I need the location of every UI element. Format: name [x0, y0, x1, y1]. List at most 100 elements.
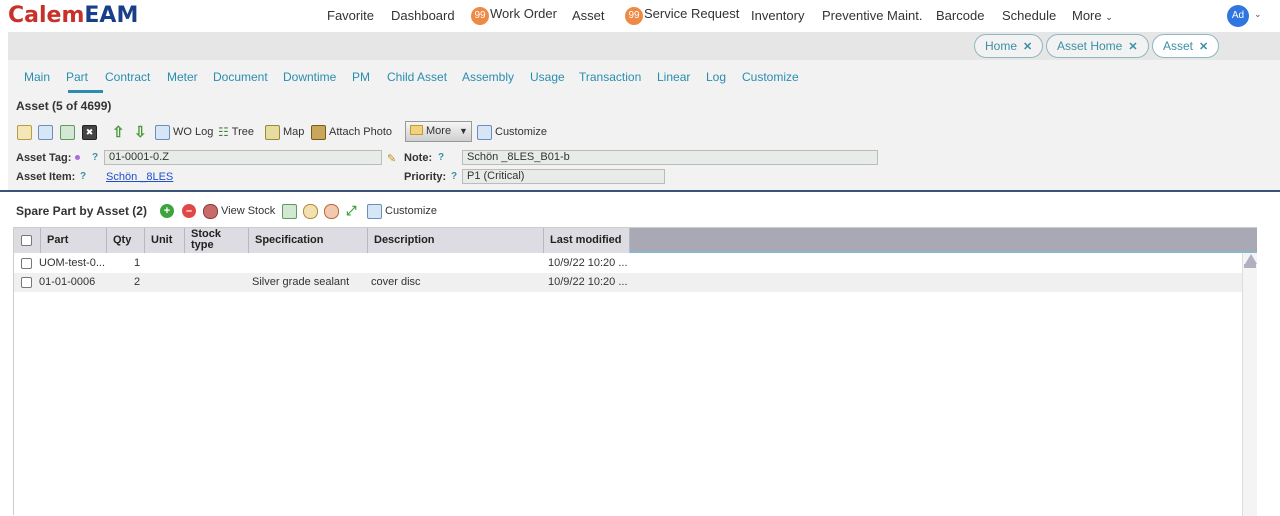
header-select-cell: [14, 228, 41, 253]
tab-transaction[interactable]: Transaction: [579, 70, 641, 84]
tab-main[interactable]: Main: [24, 70, 50, 84]
column-header-description[interactable]: Description: [368, 228, 544, 253]
priority-field[interactable]: P1 (Critical): [462, 169, 665, 184]
tab-downtime[interactable]: Downtime: [283, 70, 336, 84]
export-icon[interactable]: [282, 202, 300, 220]
zoom-out-icon[interactable]: [324, 202, 342, 220]
spare-parts-grid: Part Qty Unit Stock type Specification D…: [13, 227, 1257, 516]
work-order-count-badge: 99: [471, 7, 489, 25]
nav-service-request[interactable]: 99 Service Request: [625, 6, 739, 25]
nav-service-request-label: Service Request: [644, 6, 740, 21]
nav-asset[interactable]: Asset: [572, 8, 605, 23]
note-field[interactable]: Schön _8LES_B01-b: [462, 150, 878, 165]
column-header-part[interactable]: Part: [41, 228, 107, 253]
row-checkbox[interactable]: [21, 258, 32, 269]
export-icon[interactable]: [60, 123, 78, 141]
cell-specification: Silver grade sealant: [252, 276, 350, 288]
tab-log[interactable]: Log: [706, 70, 726, 84]
remove-icon[interactable]: –: [182, 204, 196, 218]
nav-work-order-label: Work Order: [490, 6, 557, 21]
page-tab-asset-home[interactable]: Asset Home ✕: [1046, 34, 1149, 58]
page-tab-home[interactable]: Home ✕: [974, 34, 1044, 58]
customize-button[interactable]: Customize: [477, 123, 547, 141]
cell-part: 01-01-0006: [39, 276, 96, 288]
nav-more[interactable]: More ⌄: [1072, 8, 1113, 23]
column-header-unit[interactable]: Unit: [145, 228, 185, 253]
required-indicator: [75, 155, 80, 160]
column-header-qty[interactable]: Qty: [107, 228, 145, 253]
pencil-icon[interactable]: ✎: [387, 152, 396, 165]
chevron-down-icon[interactable]: ⌄: [1254, 9, 1262, 20]
wo-log-label: WO Log: [173, 126, 214, 138]
arrow-down-icon[interactable]: ⇩: [134, 123, 147, 141]
customize-grid-button[interactable]: Customize: [367, 202, 437, 220]
tab-document[interactable]: Document: [213, 70, 268, 84]
expand-icon[interactable]: ⤢: [346, 202, 356, 220]
column-header-stock-type[interactable]: Stock type: [185, 228, 249, 253]
scroll-up-arrow-icon[interactable]: [1245, 254, 1257, 264]
view-stock-button[interactable]: View Stock: [203, 202, 275, 220]
help-icon[interactable]: ?: [438, 152, 444, 163]
help-icon[interactable]: ?: [80, 171, 86, 182]
more-dropdown-button[interactable]: More ▼: [405, 121, 472, 142]
copy-icon[interactable]: [38, 123, 56, 141]
arrow-up-icon[interactable]: ⇧: [112, 123, 125, 141]
tab-linear[interactable]: Linear: [657, 70, 690, 84]
close-icon[interactable]: ✕: [1128, 41, 1137, 53]
section-divider: [0, 190, 1280, 192]
nav-dashboard[interactable]: Dashboard: [391, 8, 455, 23]
nav-favorite[interactable]: Favorite: [327, 8, 374, 23]
help-icon[interactable]: ?: [451, 171, 457, 182]
scroll-thumb[interactable]: [1244, 264, 1256, 268]
app-logo[interactable]: CalemEAM: [8, 3, 138, 28]
tab-part[interactable]: Part: [66, 70, 88, 84]
tab-child-asset[interactable]: Child Asset: [387, 70, 447, 84]
tab-pm[interactable]: PM: [352, 70, 370, 84]
edit-icon[interactable]: [17, 123, 35, 141]
nav-schedule[interactable]: Schedule: [1002, 8, 1056, 23]
tab-meter[interactable]: Meter: [167, 70, 198, 84]
service-request-count-badge: 99: [625, 7, 643, 25]
customize-label: Customize: [495, 126, 547, 138]
chevron-down-icon: ⌄: [1105, 12, 1113, 22]
wo-log-icon: [155, 124, 170, 140]
user-avatar[interactable]: Ad: [1227, 5, 1249, 27]
page-tab-asset[interactable]: Asset ✕: [1152, 34, 1220, 58]
column-header-specification[interactable]: Specification: [249, 228, 368, 253]
tab-assembly[interactable]: Assembly: [462, 70, 514, 84]
tab-usage[interactable]: Usage: [530, 70, 565, 84]
attach-photo-button[interactable]: Attach Photo: [311, 123, 392, 141]
tree-button[interactable]: ☷ Tree: [218, 123, 254, 141]
nav-preventive-maint[interactable]: Preventive Maint.: [822, 8, 922, 23]
asset-tag-label: Asset Tag:: [16, 152, 72, 164]
map-button[interactable]: Map: [265, 123, 304, 141]
asset-item-label: Asset Item:: [16, 171, 76, 183]
vertical-scrollbar[interactable]: [1242, 253, 1257, 516]
tab-contract[interactable]: Contract: [105, 70, 150, 84]
close-icon[interactable]: ✕: [1199, 41, 1208, 53]
select-all-checkbox[interactable]: [21, 235, 32, 246]
wo-log-button[interactable]: WO Log: [155, 123, 213, 141]
nav-work-order[interactable]: 99 Work Order: [471, 6, 557, 25]
zoom-in-icon[interactable]: [303, 202, 321, 220]
customize-label: Customize: [385, 205, 437, 217]
tree-label: Tree: [231, 126, 254, 138]
priority-label: Priority:: [404, 171, 447, 183]
column-header-last-modified[interactable]: Last modified: [544, 228, 630, 253]
row-checkbox[interactable]: [21, 277, 32, 288]
help-icon[interactable]: ?: [92, 152, 98, 163]
nav-inventory[interactable]: Inventory: [751, 8, 804, 23]
cell-description: cover disc: [371, 276, 421, 288]
table-row[interactable]: 01-01-0006 2 Silver grade sealant cover …: [14, 273, 1242, 292]
asset-item-link[interactable]: Schön _8LES: [106, 171, 173, 183]
asset-tag-field[interactable]: 01-0001-0.Z: [104, 150, 382, 165]
cell-part: UOM-test-0...: [39, 257, 106, 269]
tab-customize[interactable]: Customize: [742, 70, 799, 84]
asset-panel-title: Asset (5 of 4699): [16, 99, 112, 113]
delete-icon[interactable]: ✖: [82, 123, 100, 141]
close-icon[interactable]: ✕: [1023, 41, 1032, 53]
add-icon[interactable]: +: [160, 204, 174, 218]
nav-barcode[interactable]: Barcode: [936, 8, 984, 23]
table-row[interactable]: UOM-test-0... 1 10/9/22 10:20 ...: [14, 254, 1242, 273]
top-navigation-bar: CalemEAM Favorite Dashboard 99 Work Order…: [0, 0, 1280, 32]
